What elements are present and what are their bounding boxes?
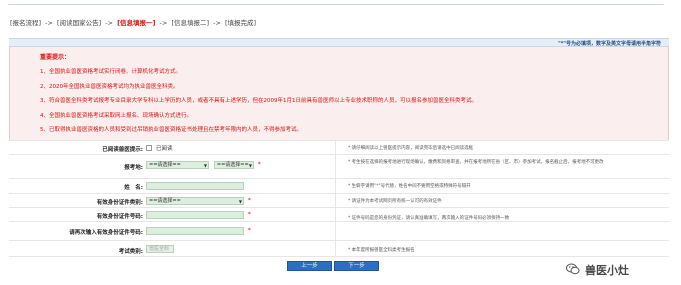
required-fields-notice: "*"号为必填项，数字及英文字母请用半角字符 — [558, 41, 661, 47]
breadcrumb-step-flow: [报名流程] — [10, 19, 42, 27]
chevron-down-icon: ▼ — [248, 163, 252, 168]
id-number-confirm-input[interactable] — [146, 227, 244, 235]
required-asterisk: * — [257, 161, 261, 168]
exam-site-note: * 考生按在选择的报考地进行现场确认，缴费和资格审查，并在报考地所在省（区、市）… — [348, 160, 604, 165]
required-asterisk: * — [247, 197, 251, 204]
id-type-value: ==请选择== — [149, 198, 181, 204]
prompt-item: 4、全国执业兽医资格考试采取网上报名、现场确认方式进行。 — [40, 112, 193, 119]
breadcrumb-step-info-one: [信息填报一] — [117, 19, 156, 27]
name-label: 姓 名: — [124, 185, 143, 191]
exam-category-input: 兽医全科 — [146, 245, 174, 253]
prompt-item: 3、符合兽医全科类考试报考专业目录大学专科以上学历的人员，或者不具有上述学历，但… — [40, 98, 478, 104]
form-row-agree: 已阅读兽医提示: 已阅读 * 请仔细阅读以上兽医提示内容，阅读完毕后请选中已阅读… — [9, 140, 669, 154]
name-note: * 生僻字请用"*"号代替，姓名中间不要用空格或特殊符号隔开 — [348, 184, 471, 189]
prompt-title: 重要提示： — [40, 54, 71, 61]
wechat-icon — [566, 263, 580, 275]
exam-category-label: 考试类别: — [118, 249, 143, 255]
important-prompt-panel: 重要提示： 1、全国执业兽医资格考试实行闭卷、计算机化考试方式。 2、2020年… — [9, 47, 669, 140]
form-row-name: 姓 名: * 生僻字请用"*"号代替，姓名中间不要用空格或特殊符号隔开 — [9, 178, 669, 193]
form-row-exam-site: 报考地: ==请选择== ▼ ==请选择== ▼ * * 考生按在选择的报考地进行现… — [9, 154, 669, 178]
id-type-label: 有效身份证件类别: — [96, 200, 143, 206]
agree-option-label[interactable]: 已阅读 — [156, 146, 173, 152]
breadcrumb-step-announcement: [阅读国家公告] — [57, 19, 102, 27]
prompt-item: 2、2020年全国执业兽医资格考试均为执业兽医全科类。 — [40, 83, 179, 90]
exam-site-label: 报考地: — [124, 165, 143, 171]
id-number-label: 有效身份证件号码: — [96, 214, 143, 220]
prompt-list: 1、全国执业兽医资格考试实行闭卷、计算机化考试方式。 2、2020年全国执业兽医… — [40, 67, 477, 140]
watermark-text: 兽医小灶 — [585, 264, 629, 277]
exam-category-note: * 本年度所报兽医全科类考生报名 — [348, 248, 415, 253]
chevron-down-icon: ▼ — [203, 163, 207, 168]
id-number-field: * — [146, 211, 251, 219]
breadcrumb-separator: -> — [105, 19, 113, 27]
required-asterisk: * — [247, 211, 251, 218]
form-row-id-number: 有效身份证件号码: * — [9, 207, 669, 221]
exam-site-province-select[interactable]: ==请选择== ▼ — [146, 161, 209, 169]
name-input[interactable] — [146, 182, 244, 190]
chevron-down-icon: ▼ — [238, 199, 242, 204]
id-type-note: * 请证件为本考试网页所有统一认可的有效证件 — [348, 199, 442, 204]
top-divider — [8, 4, 664, 5]
name-field — [146, 182, 244, 190]
agree-field: 已阅读 — [146, 144, 173, 152]
id-number-input[interactable] — [146, 211, 244, 219]
breadcrumb-step-info-two: [信息填报二] — [171, 19, 210, 27]
form-row-id-type: 有效身份证件类别: ==请选择== ▼ * * 请证件为本考试网页所有统一认可的有… — [9, 193, 669, 207]
exam-site-province-value: ==请选择== — [149, 162, 181, 168]
agree-label: 已阅读兽医提示: — [102, 147, 143, 153]
breadcrumb-separator: -> — [45, 19, 53, 27]
id-number-note: * 证件号码是您的身份凭证，请认真准确填写，两次输入的证件号码必须保持一致 — [348, 216, 510, 221]
exam-site-field: ==请选择== ▼ ==请选择== ▼ * — [146, 161, 261, 169]
exam-site-city-value: ==请选择== — [216, 162, 249, 168]
exam-category-field: 兽医全科 — [146, 245, 174, 253]
exam-site-city-select[interactable]: ==请选择== ▼ — [213, 161, 254, 169]
agree-note: * 请仔细阅读以上兽医提示内容，阅读完毕后请选中已阅读选框 — [348, 146, 474, 151]
required-asterisk: * — [247, 227, 251, 234]
breadcrumb-step-complete: [填报完成] — [225, 19, 257, 27]
prompt-item: 1、全国执业兽医资格考试实行闭卷、计算机化考试方式。 — [40, 69, 182, 75]
agree-checkbox[interactable] — [146, 145, 152, 151]
id-type-select[interactable]: ==请选择== ▼ — [146, 197, 244, 205]
prompt-item: 5、已取得执业兽医资格的人员和受到过吊销执业兽医资格证书处理且在禁考年限内的人员… — [40, 127, 303, 133]
breadcrumb-separator: -> — [213, 19, 221, 27]
breadcrumb-separator: -> — [159, 19, 168, 27]
notice-bar: "*"号为必填项，数字及英文字母请用半角字符 — [9, 38, 669, 47]
form-row-exam-category: 考试类别: 兽医全科 * 本年度所报兽医全科类考生报名 — [9, 240, 669, 257]
form-row-id-number-confirm: 请再次输入有效身份证件号码: * * 证件号码是您的身份凭证，请认真准确填写，两… — [9, 216, 669, 240]
id-number-confirm-field: * — [146, 227, 251, 235]
breadcrumb: [报名流程] -> [阅读国家公告] -> [信息填报一] -> [信息填报二]… — [10, 17, 256, 27]
previous-step-button[interactable]: 上一步 — [287, 261, 332, 271]
next-step-button[interactable]: 下一步 — [334, 261, 379, 271]
id-number-confirm-label: 请再次输入有效身份证件号码: — [69, 230, 143, 236]
id-type-field: ==请选择== ▼ * — [146, 197, 251, 205]
